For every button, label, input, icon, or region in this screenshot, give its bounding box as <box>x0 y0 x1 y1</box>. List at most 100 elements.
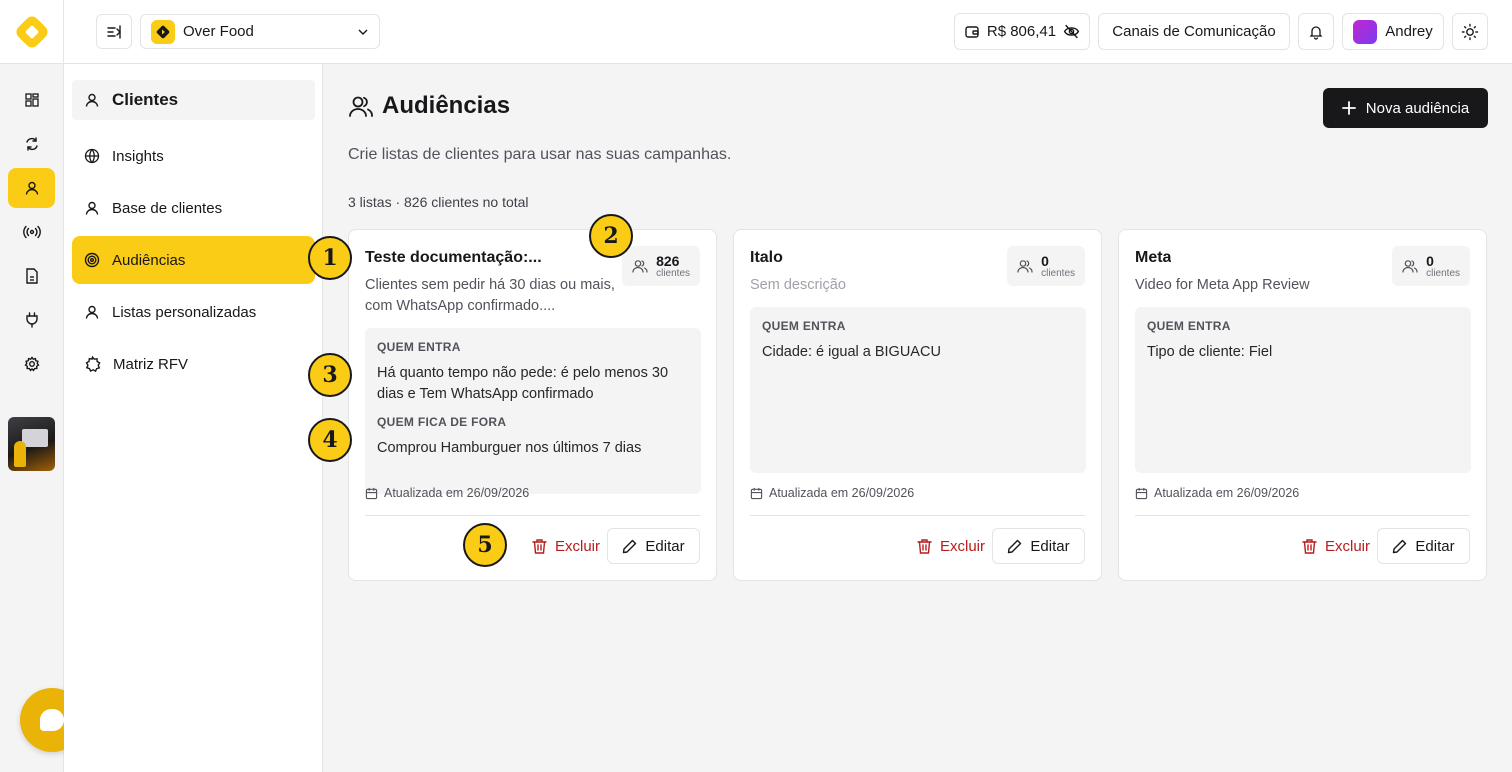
users-icon <box>632 260 648 273</box>
collapse-sidebar-button[interactable] <box>96 14 132 49</box>
user-icon <box>85 305 99 319</box>
sidebar-item-label: Base de clientes <box>112 199 223 217</box>
sidebar-item-label: Audiências <box>112 251 186 269</box>
rail-dashboard-button[interactable] <box>8 80 55 120</box>
users-icon <box>349 96 373 117</box>
edit-button[interactable]: Editar <box>1377 528 1470 564</box>
page-title: Audiências <box>382 92 511 119</box>
client-count: 0 <box>1041 252 1049 269</box>
audience-card: Teste documentação:... Clientes sem pedi… <box>348 229 717 581</box>
client-count-label: clientes <box>1041 267 1075 279</box>
avatar <box>1353 19 1378 44</box>
edit-label: Editar <box>645 537 685 555</box>
updated-date: Atualizada em 26/09/2026 <box>365 486 529 500</box>
updated-text: Atualizada em 26/09/2026 <box>1154 486 1300 500</box>
users-icon <box>1017 260 1033 273</box>
sidebar-toggle-icon <box>107 24 121 39</box>
new-audience-button[interactable]: Nova audiência <box>1323 88 1488 128</box>
users-icon <box>1402 260 1418 273</box>
audience-description: Clientes sem pedir há 30 dias ou mais, c… <box>365 277 615 314</box>
document-icon <box>25 268 38 284</box>
sidebar-item-base-de-clientes[interactable]: Base de clientes <box>72 184 315 232</box>
user-icon <box>25 181 38 195</box>
card-divider <box>1135 515 1470 516</box>
sidebar-section-clients[interactable]: Clientes <box>72 80 315 120</box>
client-count-badge: 0 clientes <box>1007 246 1085 286</box>
audience-title: Meta <box>1135 249 1172 266</box>
top-bar: Over Food R$ 806,41 Canais de Comunicaçã… <box>0 0 1512 64</box>
delete-button[interactable]: Excluir <box>532 528 600 564</box>
page-subtitle: Crie listas de clientes para usar nas su… <box>348 146 732 163</box>
delete-label: Excluir <box>1324 537 1370 555</box>
brand-logo-icon[interactable] <box>14 14 50 50</box>
sidebar-item-label: Matriz RFV <box>113 355 188 373</box>
clients-sidebar: Clientes Insights Base de clientes Audiê… <box>64 64 323 772</box>
star-badge-icon <box>85 355 101 372</box>
edit-button[interactable]: Editar <box>992 528 1085 564</box>
trash-icon <box>917 539 932 554</box>
pencil-icon <box>1008 539 1022 553</box>
notifications-button[interactable] <box>1298 13 1334 50</box>
client-count-label: clientes <box>1426 267 1460 279</box>
store-thumbnail[interactable] <box>8 417 55 471</box>
audience-title: Italo <box>750 249 783 266</box>
exclude-rule: Comprou Hamburguer nos últimos 7 dias <box>377 440 642 456</box>
audience-card: Italo Sem descrição 0 clientes QUEM ENTRA… <box>733 229 1102 581</box>
pencil-icon <box>623 539 637 553</box>
eye-off-icon[interactable] <box>1063 23 1080 40</box>
rail-settings-button[interactable] <box>8 344 55 384</box>
calendar-icon <box>1135 487 1148 499</box>
gear-icon <box>23 356 40 372</box>
plug-icon <box>25 312 38 328</box>
balance-value: R$ 806,41 <box>986 23 1057 40</box>
card-divider <box>750 515 1085 516</box>
callout-marker: 4 <box>308 418 352 462</box>
audience-rules: QUEM ENTRA Há quanto tempo não pede: é p… <box>365 328 701 494</box>
delete-label: Excluir <box>939 537 985 555</box>
include-heading: QUEM ENTRA <box>762 319 846 333</box>
rail-broadcast-button[interactable] <box>8 212 55 252</box>
sidebar-item-label: Listas personalizadas <box>112 303 257 321</box>
user-icon <box>85 93 99 107</box>
balance-button[interactable]: R$ 806,41 <box>954 13 1090 50</box>
chevron-down-icon <box>358 29 368 35</box>
audience-description: Sem descrição <box>750 277 846 293</box>
sidebar-item-listas-personalizadas[interactable]: Listas personalizadas <box>72 288 315 336</box>
client-count: 826 <box>656 252 680 269</box>
exclude-heading: QUEM FICA DE FORA <box>377 415 507 429</box>
edit-label: Editar <box>1415 537 1455 555</box>
updated-text: Atualizada em 26/09/2026 <box>384 486 530 500</box>
sidebar-item-audiencias[interactable]: Audiências <box>72 236 315 284</box>
communication-channels-button[interactable]: Canais de Comunicação <box>1098 13 1290 50</box>
pencil-icon <box>1393 539 1407 553</box>
sidebar-item-insights[interactable]: Insights <box>72 132 315 180</box>
updated-date: Atualizada em 26/09/2026 <box>1135 486 1299 500</box>
rail-clients-button[interactable] <box>8 168 55 208</box>
rail-reports-button[interactable] <box>8 256 55 296</box>
client-count: 0 <box>1426 252 1434 269</box>
calendar-icon <box>365 487 378 499</box>
callout-marker: 5 <box>463 523 507 567</box>
delete-button[interactable]: Excluir <box>1302 528 1370 564</box>
edit-button[interactable]: Editar <box>607 528 700 564</box>
rail-automations-button[interactable] <box>8 124 55 164</box>
updated-date: Atualizada em 26/09/2026 <box>750 486 914 500</box>
broadcast-icon <box>22 225 41 239</box>
rail-integrations-button[interactable] <box>8 300 55 340</box>
store-select[interactable]: Over Food <box>140 14 380 49</box>
audience-title: Teste documentação:... <box>365 249 542 266</box>
client-count-label: clientes <box>656 267 690 279</box>
edit-label: Editar <box>1030 537 1070 555</box>
user-menu-button[interactable]: Andrey <box>1342 13 1444 50</box>
audience-rules: QUEM ENTRA Tipo de cliente: Fiel <box>1135 307 1471 473</box>
delete-button[interactable]: Excluir <box>917 528 985 564</box>
theme-toggle-button[interactable] <box>1452 13 1488 50</box>
card-divider <box>365 515 700 516</box>
client-count-badge: 0 clientes <box>1392 246 1470 286</box>
new-audience-label: Nova audiência <box>1365 99 1470 117</box>
thumbnail-figure <box>14 441 26 467</box>
sidebar-section-label: Clientes <box>112 90 179 109</box>
dashboard-icon <box>24 93 39 107</box>
plus-icon <box>1341 101 1356 115</box>
sidebar-item-matriz-rfv[interactable]: Matriz RFV <box>72 340 315 388</box>
